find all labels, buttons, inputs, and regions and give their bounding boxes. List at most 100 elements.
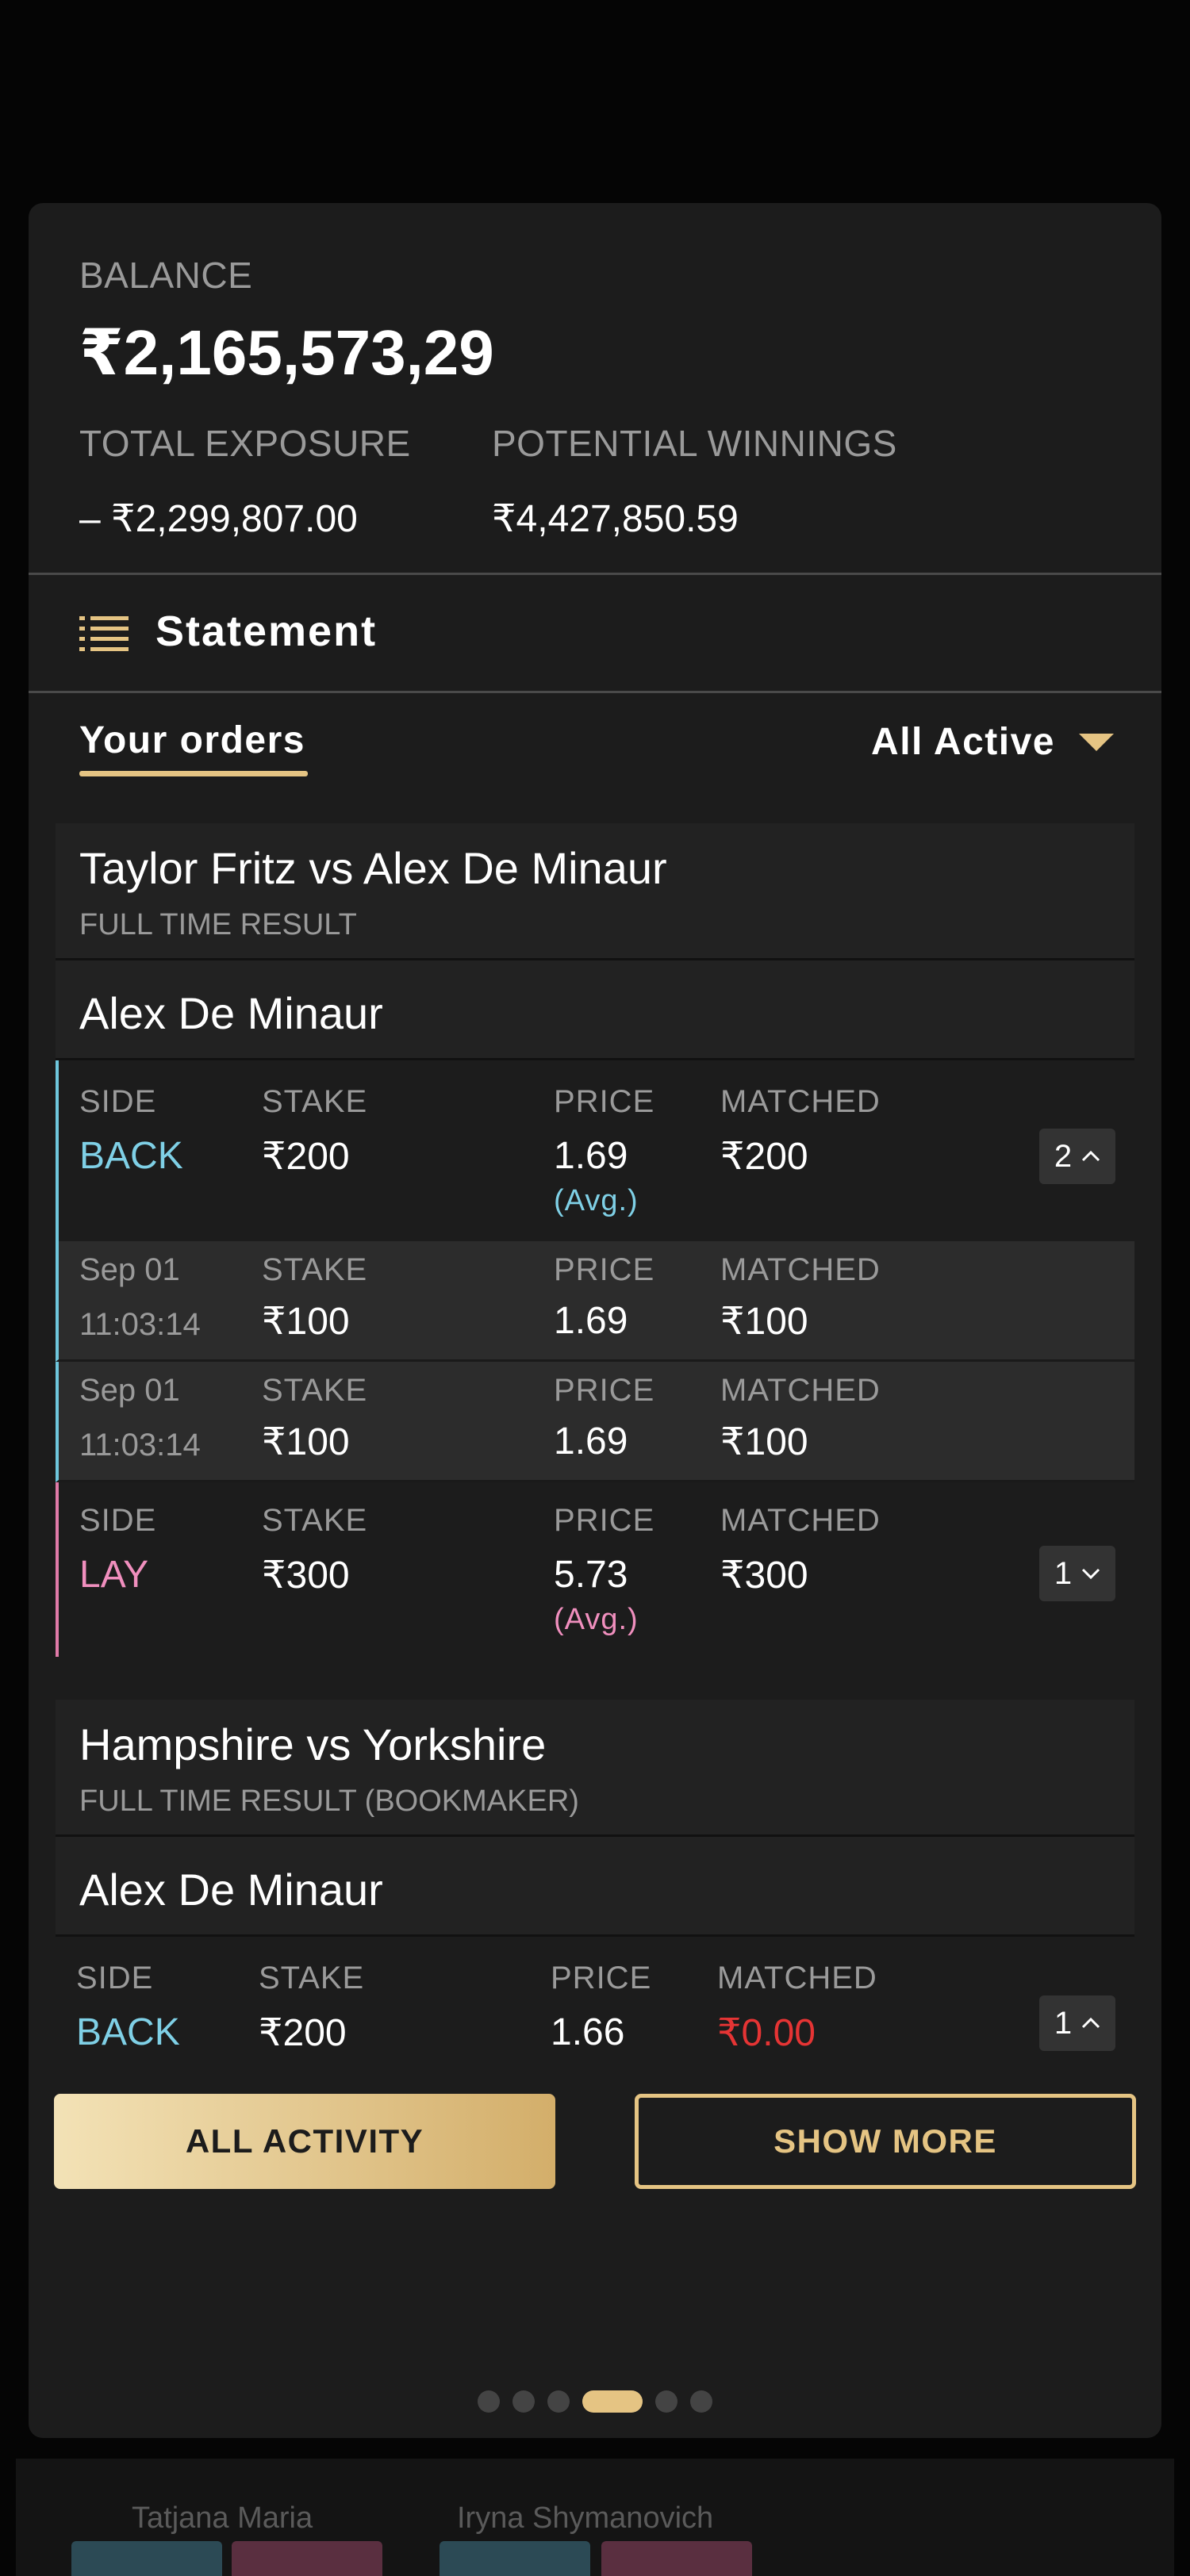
matched-value: ₹300 xyxy=(720,1554,808,1597)
side-label: SIDE xyxy=(79,1503,157,1538)
chevron-up-icon xyxy=(1082,1151,1100,1162)
order-filter-dropdown[interactable]: All Active xyxy=(871,720,1114,764)
background-odds-chip xyxy=(440,2541,590,2576)
orders-list[interactable]: Taylor Fritz vs Alex De Minaur FULL TIME… xyxy=(56,823,1134,2054)
bet-row-back: SIDE BACK STAKE ₹200 PRICE 1.69 (Avg.) M… xyxy=(56,1060,1134,1241)
market-type: FULL TIME RESULT xyxy=(79,908,357,941)
statement-link[interactable]: Statement xyxy=(29,575,1161,691)
stake-label: STAKE xyxy=(262,1373,368,1408)
page-dot[interactable] xyxy=(547,2390,570,2413)
chevron-up-icon xyxy=(1082,2018,1100,2029)
fills-count: 1 xyxy=(1054,2005,1073,2041)
price-avg-note: (Avg.) xyxy=(554,1603,639,1636)
caret-down-icon xyxy=(1079,733,1114,751)
matched-cell: MATCHED ₹100 xyxy=(720,1252,881,1344)
market-spacer xyxy=(56,1657,1134,1700)
fills-toggle-button[interactable]: 1 xyxy=(1039,1995,1115,2051)
price-label: PRICE xyxy=(554,1084,655,1119)
chevron-down-icon xyxy=(1082,1568,1100,1579)
matched-value: ₹100 xyxy=(720,1421,808,1463)
fills-count: 2 xyxy=(1054,1138,1073,1174)
market-title: Hampshire vs Yorkshire xyxy=(79,1719,547,1769)
matched-value: ₹0.00 xyxy=(717,2012,816,2054)
matched-value: ₹200 xyxy=(720,1136,808,1178)
fill-timestamp: Sep 01 11:03:14 xyxy=(79,1252,201,1343)
stake-cell: STAKE ₹100 xyxy=(262,1252,367,1344)
price-value: 1.69 xyxy=(554,1135,628,1177)
fills-toggle-button[interactable]: 2 xyxy=(1039,1129,1115,1184)
fill-time: 11:03:14 xyxy=(79,1428,201,1462)
stake-label: STAKE xyxy=(262,1503,368,1538)
exposure-value: – ₹2,299,807.00 xyxy=(79,498,358,540)
price-value: 1.69 xyxy=(554,1420,628,1462)
stake-value: ₹100 xyxy=(262,1421,350,1463)
matched-cell: MATCHED ₹100 xyxy=(720,1373,881,1464)
statement-label: Statement xyxy=(155,608,378,655)
matched-label: MATCHED xyxy=(720,1373,881,1408)
fills-toggle-button[interactable]: 1 xyxy=(1039,1546,1115,1601)
matched-label: MATCHED xyxy=(720,1252,881,1287)
stake-cell: STAKE ₹100 xyxy=(262,1373,367,1464)
winnings-label: POTENTIAL WINNINGS xyxy=(492,423,897,464)
matched-value: ₹100 xyxy=(720,1301,808,1343)
price-cell: PRICE 1.66 xyxy=(551,1961,651,2054)
matched-label: MATCHED xyxy=(717,1961,877,1995)
price-value: 1.69 xyxy=(554,1300,628,1342)
price-cell: PRICE 1.69 xyxy=(554,1373,654,1463)
price-label: PRICE xyxy=(551,1961,652,1995)
balance-label: BALANCE xyxy=(79,255,253,296)
fill-time: 11:03:14 xyxy=(79,1307,201,1342)
side-value: BACK xyxy=(76,2011,180,2053)
order-filter-value: All Active xyxy=(871,721,1055,763)
fill-date: Sep 01 xyxy=(79,1252,180,1287)
market-header: Taylor Fritz vs Alex De Minaur FULL TIME… xyxy=(56,823,1134,958)
bet-row-lay: SIDE LAY STAKE ₹300 PRICE 5.73 (Avg.) MA… xyxy=(56,1482,1134,1657)
stake-value: ₹200 xyxy=(259,2012,347,2054)
stake-label: STAKE xyxy=(262,1084,368,1119)
background-odds-chip xyxy=(232,2541,382,2576)
selection-name: Alex De Minaur xyxy=(56,960,1134,1060)
fill-row: Sep 01 11:03:14 STAKE ₹100 PRICE 1.69 MA… xyxy=(56,1241,1134,1362)
stake-value: ₹300 xyxy=(262,1554,350,1597)
balance-panel: BALANCE ₹2,165,573,29 TOTAL EXPOSURE POT… xyxy=(29,203,1161,573)
page-dot-active[interactable] xyxy=(582,2390,643,2413)
stake-label: STAKE xyxy=(259,1961,365,1995)
page-dot[interactable] xyxy=(690,2390,712,2413)
fills-count: 1 xyxy=(1054,1555,1073,1591)
stake-cell: STAKE ₹300 xyxy=(262,1503,367,1597)
market-title: Taylor Fritz vs Alex De Minaur xyxy=(79,843,667,893)
winnings-value: ₹4,427,850.59 xyxy=(492,498,739,540)
page-indicator xyxy=(29,2386,1161,2417)
price-label: PRICE xyxy=(554,1252,655,1287)
exposure-label: TOTAL EXPOSURE xyxy=(79,423,411,464)
page-dot[interactable] xyxy=(655,2390,678,2413)
page-dot[interactable] xyxy=(478,2390,500,2413)
stake-cell: STAKE ₹200 xyxy=(259,1961,364,2054)
price-value: 5.73 xyxy=(554,1554,628,1596)
price-cell: PRICE 1.69 xyxy=(554,1252,654,1343)
price-label: PRICE xyxy=(554,1503,655,1538)
price-cell: PRICE 1.69 (Avg.) xyxy=(554,1084,654,1218)
stake-label: STAKE xyxy=(262,1252,368,1287)
page-dot[interactable] xyxy=(512,2390,535,2413)
market-card: Hampshire vs Yorkshire FULL TIME RESULT … xyxy=(56,1700,1134,1837)
all-activity-button[interactable]: ALL ACTIVITY xyxy=(54,2094,555,2189)
selection-name: Alex De Minaur xyxy=(56,1837,1134,1937)
side-cell: SIDE BACK xyxy=(79,1084,183,1178)
fill-timestamp: Sep 01 11:03:14 xyxy=(79,1373,201,1463)
side-label: SIDE xyxy=(79,1084,157,1119)
tab-your-orders[interactable]: Your orders xyxy=(79,719,305,762)
background-player-name: Iryna Shymanovich xyxy=(457,2501,714,2535)
side-cell: SIDE LAY xyxy=(79,1503,156,1597)
side-cell: SIDE BACK xyxy=(76,1961,180,2054)
side-value: LAY xyxy=(79,1554,149,1596)
bet-row-back: SIDE BACK STAKE ₹200 PRICE 1.66 MATCHED … xyxy=(56,1937,1134,2054)
stake-value: ₹200 xyxy=(262,1136,350,1178)
side-value: BACK xyxy=(79,1135,183,1177)
fill-row: Sep 01 11:03:14 STAKE ₹100 PRICE 1.69 MA… xyxy=(56,1362,1134,1482)
fill-date: Sep 01 xyxy=(79,1373,180,1408)
price-avg-note: (Avg.) xyxy=(554,1184,639,1217)
list-icon xyxy=(79,616,129,651)
show-more-button[interactable]: SHOW MORE xyxy=(635,2094,1136,2189)
tab-active-indicator xyxy=(79,771,308,776)
